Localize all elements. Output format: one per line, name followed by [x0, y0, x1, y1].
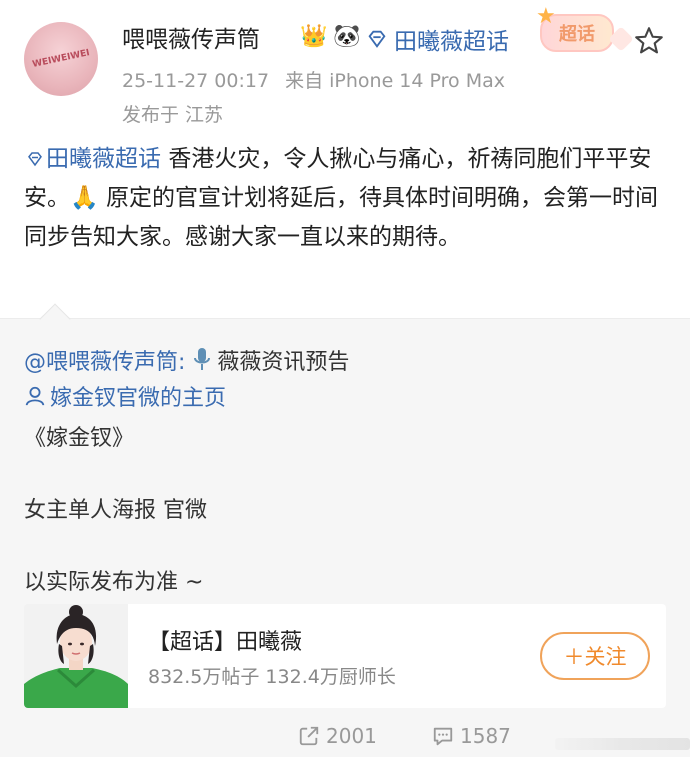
supertopic-card[interactable]: 【超话】田曦薇 832.5万帖子 132.4万厨师长 ＋关注	[24, 604, 666, 708]
repost-note-line: 以实际发布为准 ~	[24, 570, 204, 595]
post-source: 来自 iPhone 14 Pro Max	[285, 70, 505, 92]
person-icon	[25, 386, 45, 406]
favorite-star-icon[interactable]	[632, 24, 666, 58]
repost-profile-label: 嫁金钗官微的主页	[50, 386, 227, 411]
comment-icon	[433, 727, 453, 746]
chaohua-tag-label: 超话	[559, 24, 595, 45]
comment-button[interactable]: 1587	[432, 724, 511, 748]
post-location: 发布于 江苏	[122, 104, 224, 126]
comment-count: 1587	[460, 724, 511, 748]
post-header: WEIWEIWEI 喂喂薇传声筒 👑 🐼 田曦薇超话 ★ 超话 25-11-27…	[0, 0, 690, 130]
post-meta: 25-11-27 00:17 来自 iPhone 14 Pro Max	[122, 66, 505, 93]
diamond-icon	[28, 152, 42, 167]
avatar[interactable]: WEIWEIWEI	[24, 22, 98, 96]
supertopic-stats: 832.5万帖子 132.4万厨师长	[148, 666, 396, 688]
post-topic-tag[interactable]: 田曦薇超话	[24, 146, 168, 172]
timestamp: 25-11-27 00:17	[122, 70, 270, 92]
post-topic-label: 田曦薇超话	[46, 146, 161, 172]
supertopic-card-image	[24, 604, 128, 708]
repost-poster-line: 女主单人海报 官微	[24, 498, 207, 523]
repost-mention-line: @喂喂薇传声筒: 薇薇资讯预告	[24, 344, 349, 376]
topic-link-label: 田曦薇超话	[394, 29, 509, 55]
share-icon	[299, 726, 319, 746]
post-text: 田曦薇超话 香港火灾，令人揪心与痛心，祈祷同胞们平平安安。🙏 原定的官宣计划将延…	[24, 140, 670, 257]
diamond-icon	[368, 30, 386, 48]
crown-icon: 👑	[300, 23, 328, 49]
avatar-logo: WEIWEIWEI	[31, 48, 91, 70]
repost-profile-link[interactable]: 嫁金钗官微的主页	[24, 380, 226, 412]
blurred-overlay	[555, 738, 690, 750]
microphone-icon	[194, 348, 211, 370]
supertopic-title: 【超话】田曦薇	[148, 630, 303, 655]
chaohua-tag[interactable]: ★ 超话	[536, 4, 614, 52]
panda-icon: 🐼	[333, 23, 361, 49]
repost-mention[interactable]: @喂喂薇传声筒:	[24, 344, 185, 376]
topic-link[interactable]: 田曦薇超话	[366, 22, 509, 56]
portrait-image	[24, 604, 128, 708]
repost-mention-suffix: 薇薇资讯预告	[217, 350, 350, 375]
share-button[interactable]: 2001	[298, 724, 377, 748]
follow-button[interactable]: ＋关注	[540, 632, 650, 680]
share-count: 2001	[326, 724, 377, 748]
username[interactable]: 喂喂薇传声筒	[122, 20, 260, 54]
sparkle-icon: ★	[536, 4, 556, 29]
repost-title: 《嫁金钗》	[24, 426, 135, 451]
